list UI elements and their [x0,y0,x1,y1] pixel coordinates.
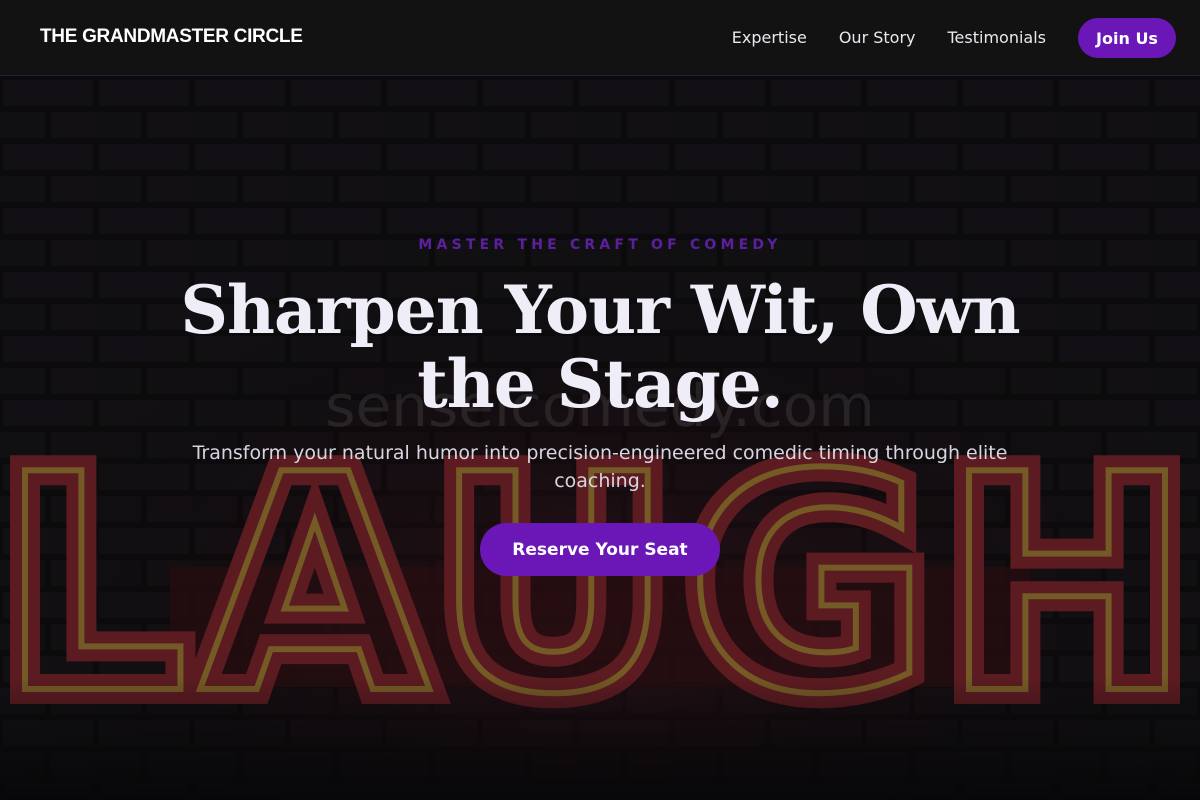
hero-eyebrow: MASTER THE CRAFT OF COMEDY [418,237,782,253]
hero-subtitle: Transform your natural humor into precis… [192,442,1008,492]
top-navbar: THE GRANDMASTER CIRCLE Expertise Our Sto… [0,0,1200,76]
reserve-seat-button[interactable]: Reserve Your Seat [480,523,720,576]
brand-logo-text[interactable]: THE GRANDMASTER CIRCLE [40,26,303,48]
hero-headline: Sharpen Your Wit, Own the Stage. [180,271,1020,423]
hero-content: MASTER THE CRAFT OF COMEDY Sharpen Your … [0,77,1200,800]
join-us-button[interactable]: Join Us [1078,18,1176,58]
nav-links: Expertise Our Story Testimonials Join Us [732,18,1176,58]
nav-link-our-story[interactable]: Our Story [839,18,916,58]
nav-link-expertise[interactable]: Expertise [732,18,807,58]
nav-link-testimonials[interactable]: Testimonials [948,18,1047,58]
hero-section: LAUGH LAUGH senseicomedy.com MASTER THE … [0,77,1200,800]
